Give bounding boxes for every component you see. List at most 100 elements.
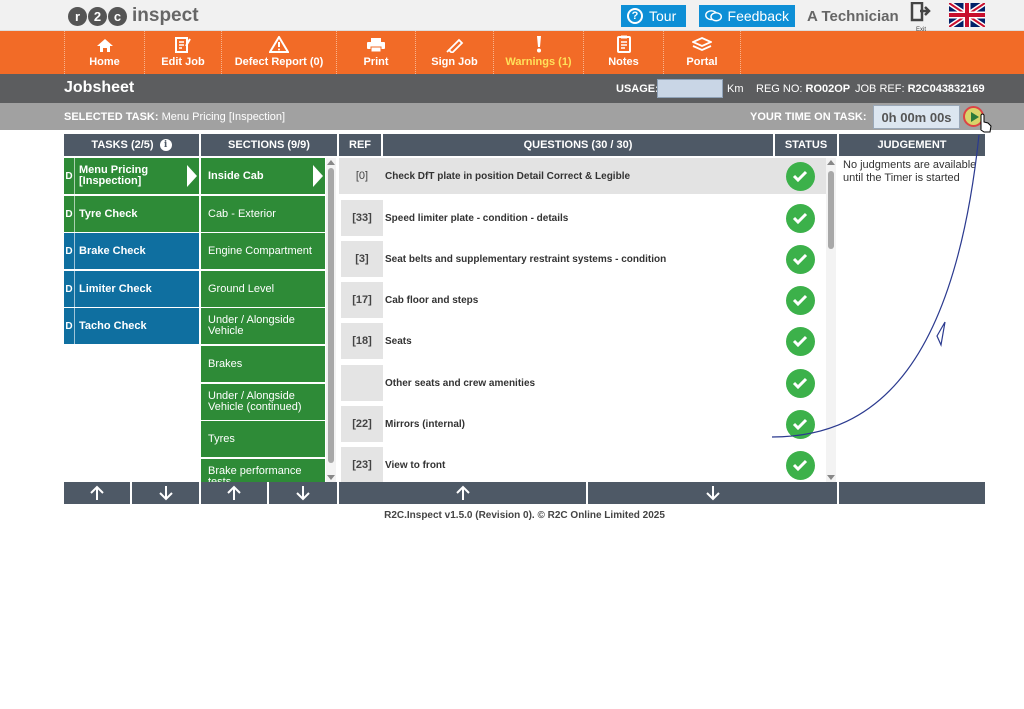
question-row[interactable]: [18] Seats (339, 323, 826, 359)
exit-button[interactable]: Exit (909, 1, 933, 33)
judgement-footer-bar (839, 482, 985, 504)
question-row[interactable]: [33] Speed limiter plate - condition - d… (339, 200, 826, 236)
section-brake-performance[interactable]: Brake performance tests (201, 459, 325, 482)
question-row[interactable]: [17] Cab floor and steps (339, 282, 826, 318)
sections-scroll-down-button[interactable] (269, 482, 337, 504)
section-label: Under / Alongside Vehicle (208, 314, 295, 337)
section-inside-cab[interactable]: Inside Cab (201, 158, 325, 194)
arrow-down-icon (705, 486, 720, 501)
nav-label: Print (363, 56, 389, 68)
question-text: View to front (385, 459, 446, 471)
tour-button[interactable]: ? Tour (621, 5, 686, 27)
question-ref: [17] (341, 282, 383, 318)
task-flag: D (64, 196, 75, 232)
section-brakes[interactable]: Brakes (201, 346, 325, 382)
exit-door-icon (910, 1, 931, 22)
question-row[interactable]: [0] Check DfT plate in position Detail C… (339, 158, 826, 194)
r2c-inspect-logo[interactable]: r 2 c inspect (68, 4, 199, 28)
nav-label: Sign Job (431, 56, 478, 68)
question-row[interactable]: [22] Mirrors (internal) (339, 406, 826, 442)
jobref-label: JOB REF: (855, 83, 905, 95)
feedback-button[interactable]: Feedback (699, 5, 795, 27)
nav-print[interactable]: Print (336, 31, 415, 74)
scroll-thumb[interactable] (328, 168, 334, 463)
reg-value: RO02OP (805, 83, 851, 95)
questions-scroll-up-button[interactable] (339, 482, 586, 504)
nav-warnings[interactable]: Warnings (1) (493, 31, 583, 74)
tasks-header-label: TASKS (2/5) (91, 139, 154, 151)
task-menu-pricing[interactable]: D Menu Pricing [Inspection] (64, 158, 199, 194)
task-brake-check[interactable]: D Brake Check (64, 233, 199, 269)
question-icon: ? (627, 8, 643, 24)
section-label: Tyres (208, 432, 235, 445)
tasks-scroll-up-button[interactable] (64, 482, 130, 504)
pass-check-icon[interactable] (785, 244, 815, 274)
warning-triangle-icon (269, 36, 289, 53)
sections-scrollbar[interactable] (326, 158, 336, 482)
pass-check-icon[interactable] (785, 368, 815, 398)
section-label: Cab - Exterior (208, 207, 276, 220)
pass-check-icon[interactable] (785, 409, 815, 439)
user-name: A Technician (807, 8, 899, 25)
question-ref: [22] (341, 406, 383, 442)
info-icon[interactable]: i (159, 139, 172, 151)
nav-label: Edit Job (161, 56, 205, 68)
logo-2: 2 (88, 6, 107, 26)
task-tyre-check[interactable]: D Tyre Check (64, 196, 199, 232)
judgement-message: No judgments are available until the Tim… (843, 159, 977, 184)
arrow-up-icon (227, 485, 241, 500)
page-title: Jobsheet (64, 79, 135, 96)
selected-task-label: SELECTED TASK: (64, 111, 159, 123)
nav-notes[interactable]: Notes (583, 31, 663, 74)
question-ref: [3] (341, 241, 383, 277)
task-tacho-check[interactable]: D Tacho Check (64, 308, 199, 344)
uk-flag-icon[interactable] (949, 3, 985, 27)
questions-scroll-down-button[interactable] (588, 482, 837, 504)
selected-task-bar: SELECTED TASK: Menu Pricing [Inspection]… (0, 103, 1024, 130)
section-label: Under / Alongside Vehicle (continued) (208, 390, 302, 413)
nav-portal[interactable]: Portal (663, 31, 740, 74)
usage-input[interactable] (657, 79, 723, 98)
scroll-thumb[interactable] (828, 171, 834, 249)
sections-header: SECTIONS (9/9) (201, 134, 337, 156)
task-limiter-check[interactable]: D Limiter Check (64, 271, 199, 307)
scroll-up-icon[interactable] (327, 160, 335, 165)
sections-scroll-up-button[interactable] (201, 482, 267, 504)
pass-check-icon[interactable] (785, 326, 815, 356)
scroll-up-icon[interactable] (827, 160, 835, 165)
printer-icon (367, 38, 385, 53)
tasks-scroll-down-button[interactable] (132, 482, 199, 504)
pass-check-icon[interactable] (785, 203, 815, 233)
pass-check-icon[interactable] (785, 285, 815, 315)
questions-scrollbar[interactable] (826, 158, 836, 482)
section-under-alongside[interactable]: Under / Alongside Vehicle (201, 308, 325, 344)
nav-home[interactable]: Home (64, 31, 144, 74)
question-row[interactable]: [23] View to front (339, 447, 826, 482)
usage-label: USAGE: (616, 83, 659, 95)
nav-defect-report[interactable]: Defect Report (0) (221, 31, 336, 74)
task-label: Tyre Check (79, 207, 138, 220)
pass-check-icon[interactable] (785, 161, 815, 191)
selected-arrow-icon (187, 165, 197, 187)
question-ref: [0] (341, 158, 383, 194)
scroll-down-icon[interactable] (827, 475, 835, 480)
section-label: Brake performance tests (208, 465, 302, 483)
section-engine-compartment[interactable]: Engine Compartment (201, 233, 325, 269)
pass-check-icon[interactable] (785, 450, 815, 480)
question-row[interactable]: [3] Seat belts and supplementary restrai… (339, 241, 826, 277)
section-ground-level[interactable]: Ground Level (201, 271, 325, 307)
question-ref: [18] (341, 323, 383, 359)
nav-label: Defect Report (0) (234, 56, 324, 68)
nav-edit-job[interactable]: Edit Job (144, 31, 221, 74)
question-row[interactable]: Other seats and crew amenities (339, 365, 826, 401)
ref-header: REF (339, 134, 381, 156)
start-timer-button[interactable] (963, 106, 984, 127)
pen-icon (445, 38, 463, 53)
task-label: Limiter Check (79, 282, 152, 295)
scroll-down-icon[interactable] (327, 475, 335, 480)
section-label: Inside Cab (208, 169, 264, 182)
section-tyres[interactable]: Tyres (201, 421, 325, 457)
section-under-alongside-continued[interactable]: Under / Alongside Vehicle (continued) (201, 384, 325, 420)
section-cab-exterior[interactable]: Cab - Exterior (201, 196, 325, 232)
nav-sign-job[interactable]: Sign Job (415, 31, 493, 74)
